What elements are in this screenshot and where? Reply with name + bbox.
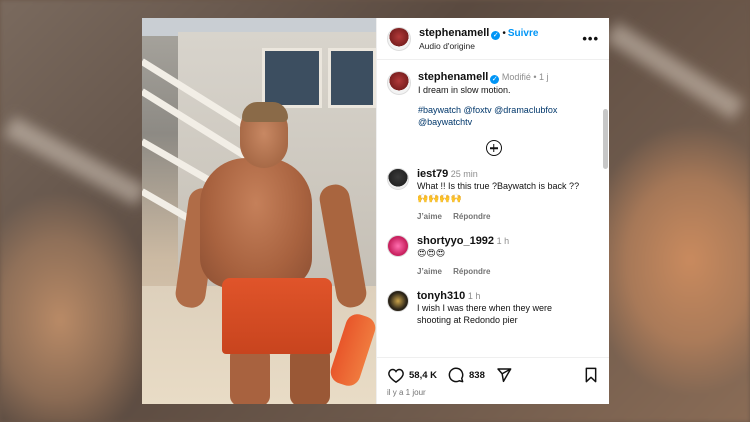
post-footer: 58,4 K 838 il y a 1 jour — [377, 357, 609, 404]
person-hair — [242, 102, 288, 122]
comment-body: iest79 25 min What !! Is this true ?Bayw… — [417, 168, 587, 223]
caption: stephenamell ✓ Modifié • 1 j I dream in s… — [377, 61, 609, 128]
comment-body: shortyyo_1992 1 h 😍😍😍 J’aime Répondre — [417, 235, 587, 278]
avatar[interactable] — [387, 235, 409, 257]
avatar[interactable] — [387, 26, 411, 51]
comment-item: shortyyo_1992 1 h 😍😍😍 J’aime Répondre — [377, 235, 609, 278]
share-icon[interactable] — [495, 366, 513, 384]
post-header: stephenamell ✓ • Suivre Audio d'origine ••• — [377, 18, 609, 60]
red-shorts — [222, 278, 332, 354]
separator-dot: • — [530, 72, 539, 82]
follow-button[interactable]: Suivre — [508, 28, 539, 39]
comment-username[interactable]: shortyyo_1992 — [417, 235, 494, 247]
header-username[interactable]: stephenamell — [419, 27, 489, 39]
add-comment-plus-icon[interactable] — [485, 140, 502, 156]
person-torso — [200, 158, 312, 288]
comment-text: What !! Is this true ?Baywatch is back ?… — [417, 181, 580, 203]
comment-username[interactable]: tonyh310 — [417, 290, 465, 302]
like-comment-button[interactable]: J’aime — [417, 267, 442, 276]
comment-body: tonyh310 1 h I wish I was there when the… — [417, 290, 587, 326]
caption-hashtags[interactable]: #baywatch @foxtv @dramaclubfox @baywatch… — [418, 104, 588, 128]
comments-scroll-area[interactable]: stephenamell ✓ Modifié • 1 j I dream in s… — [377, 61, 609, 357]
audio-label[interactable]: Audio d'origine — [419, 40, 538, 53]
comment-time: 1 h — [467, 291, 481, 301]
tower-window — [328, 48, 376, 108]
tower-window — [262, 48, 322, 108]
person-leg — [290, 346, 330, 404]
separator-dot: • — [502, 27, 506, 39]
comment-text: 😍😍😍 — [417, 248, 446, 258]
like-comment-button[interactable]: J’aime — [417, 212, 442, 221]
caption-username[interactable]: stephenamell — [418, 71, 488, 83]
verified-badge-icon: ✓ — [491, 30, 501, 40]
comment-time: 25 min — [450, 169, 478, 179]
heart-icon[interactable] — [387, 366, 405, 384]
instagram-post: stephenamell ✓ • Suivre Audio d'origine •••… — [142, 18, 609, 404]
comment-item: tonyh310 1 h I wish I was there when the… — [377, 290, 609, 326]
action-bar: 58,4 K 838 — [387, 366, 600, 384]
comment-actions: J’aime Répondre — [417, 266, 587, 278]
comment-item: iest79 25 min What !! Is this true ?Bayw… — [377, 168, 609, 223]
avatar[interactable] — [387, 71, 411, 95]
caption-body: I dream in slow motion. — [418, 85, 511, 95]
bookmark-icon[interactable] — [582, 366, 600, 384]
reply-button[interactable]: Répondre — [453, 267, 490, 276]
reply-button[interactable]: Répondre — [453, 212, 490, 221]
caption-text-block: stephenamell ✓ Modifié • 1 j I dream in s… — [418, 71, 588, 128]
more-options-icon[interactable]: ••• — [582, 31, 599, 46]
comment-time: 1 h — [496, 236, 510, 246]
edited-label: Modifié — [501, 72, 531, 82]
comment-count[interactable]: 838 — [469, 370, 485, 381]
comment-icon[interactable] — [447, 366, 465, 384]
header-text: stephenamell ✓ • Suivre Audio d'origine — [419, 25, 538, 53]
like-count[interactable]: 58,4 K — [409, 370, 437, 381]
avatar[interactable] — [387, 168, 409, 190]
caption-time: 1 j — [539, 72, 549, 82]
verified-badge-icon: ✓ — [490, 75, 500, 84]
comment-text: I wish I was there when they were shooti… — [417, 303, 553, 325]
avatar[interactable] — [387, 290, 409, 312]
comment-actions: J’aime Répondre — [417, 211, 587, 223]
comment-username[interactable]: iest79 — [417, 168, 448, 180]
post-timestamp: il y a 1 jour — [387, 388, 426, 397]
person-leg — [230, 346, 270, 404]
post-photo[interactable] — [142, 18, 376, 404]
scrollbar[interactable] — [603, 109, 608, 169]
post-side-panel: stephenamell ✓ • Suivre Audio d'origine •••… — [376, 18, 609, 404]
